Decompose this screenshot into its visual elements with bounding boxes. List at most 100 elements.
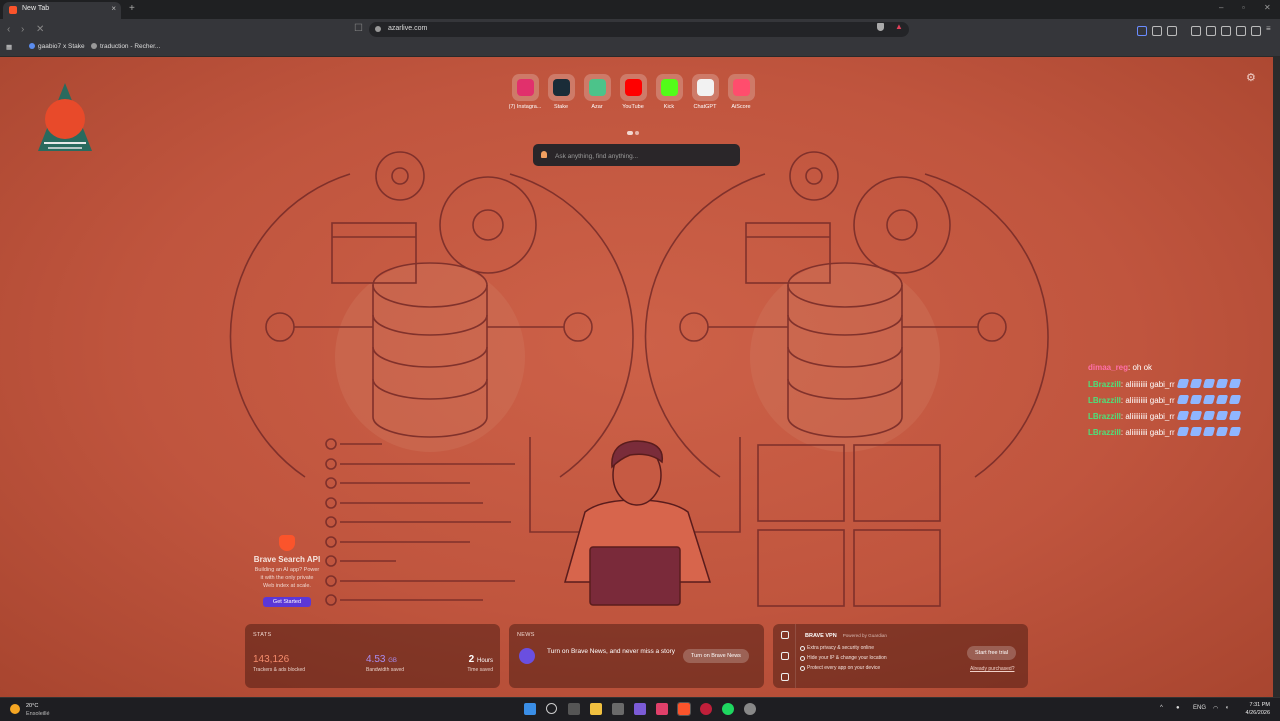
page-dot-active[interactable] <box>627 131 633 135</box>
sidebar-icon[interactable] <box>1206 26 1216 36</box>
wifi-icon[interactable]: ◠ <box>1213 705 1218 712</box>
search-icon[interactable] <box>546 703 557 714</box>
top-site-label: ChatGPT <box>693 104 717 110</box>
emote-icon <box>1176 411 1189 420</box>
news-header: NEWS <box>517 632 535 638</box>
brave-rewards-icon[interactable]: ▲ <box>895 22 903 31</box>
vpn-feature: Hide your IP & change your location <box>800 655 887 661</box>
top-site-tile[interactable]: AiScore <box>723 74 759 110</box>
emote-icon <box>1202 395 1215 404</box>
bandwidth-value: 4.53 <box>366 654 386 665</box>
brave-shields-icon[interactable] <box>877 23 884 31</box>
bookmark-label: gaabio7 x Stake <box>38 43 85 50</box>
start-free-trial-button[interactable]: Start free trial <box>967 646 1017 660</box>
top-site-tile[interactable]: (7) Instagra... <box>507 74 543 110</box>
rewards-tab-icon[interactable] <box>781 652 789 660</box>
chat-text: : aliiiiiiiii gabi_rr <box>1120 428 1175 437</box>
top-site-tile[interactable]: Kick <box>651 74 687 110</box>
settings-gear-icon[interactable]: ⚙ <box>1246 71 1256 84</box>
chat-message: LBrazzill: aliiiiiiiii gabi_rr <box>1088 411 1241 427</box>
bookmark-item[interactable]: gaabio7 x Stake <box>29 43 85 50</box>
sun-icon <box>10 704 20 714</box>
store-icon[interactable] <box>612 703 624 715</box>
news-card: NEWS Turn on Brave News, and never miss … <box>509 624 764 688</box>
time-label: Time saved <box>467 667 493 673</box>
microphone-icon[interactable]: ● <box>1176 705 1180 711</box>
emote-icon <box>1189 411 1202 420</box>
emote-icon <box>1176 395 1189 404</box>
clock-date: 4/26/2026 <box>1245 710 1270 716</box>
volume-icon[interactable]: ◖ <box>1225 705 1229 711</box>
teams-icon[interactable] <box>634 703 646 715</box>
back-button[interactable]: ‹ <box>7 24 10 35</box>
wallet-icon[interactable] <box>1221 26 1231 36</box>
leo-icon[interactable] <box>1236 26 1246 36</box>
apps-grid-icon[interactable]: ▦ <box>6 43 12 51</box>
extension-icon[interactable] <box>1137 26 1147 36</box>
top-sites-pager[interactable] <box>627 122 639 140</box>
menu-icon[interactable]: ≡ <box>1266 24 1274 33</box>
top-site-tile[interactable]: YouTube <box>615 74 651 110</box>
search-box[interactable] <box>533 144 740 166</box>
search-input[interactable] <box>553 148 737 164</box>
language-indicator[interactable]: ENG <box>1193 705 1206 711</box>
get-started-button[interactable]: Get Started <box>262 597 312 607</box>
custom-background-logo <box>38 83 92 151</box>
extension-icon[interactable] <box>1152 26 1162 36</box>
spotify-icon[interactable] <box>722 703 734 715</box>
emote-icon <box>1228 395 1241 404</box>
new-tab-page: ⚙ (7) Instagra... Stake Azar YouTube Kic… <box>0 57 1278 697</box>
bookmark-item[interactable]: traduction - Recher... <box>91 43 160 50</box>
windows-start-icon[interactable] <box>524 703 536 715</box>
top-site-tile[interactable]: ChatGPT <box>687 74 723 110</box>
bandwidth-label: Bandwidth saved <box>366 667 405 673</box>
site-info-icon[interactable] <box>375 26 381 32</box>
brave-browser-icon[interactable] <box>677 702 691 716</box>
forward-button[interactable]: › <box>21 24 24 35</box>
top-site-label: (7) Instagra... <box>508 104 542 110</box>
news-text: Turn on Brave News, and never miss a sto… <box>547 648 676 655</box>
tray-overflow-icon[interactable]: ^ <box>1160 705 1163 711</box>
chat-overlay: dimaa_reg: oh ok LBrazzill: aliiiiiiiii … <box>1088 363 1241 443</box>
aiscore-icon <box>732 79 750 96</box>
extension-icon[interactable] <box>1167 26 1177 36</box>
page-dot[interactable] <box>635 131 639 135</box>
vpn-app-icon[interactable] <box>700 703 712 715</box>
file-explorer-icon[interactable] <box>590 703 602 715</box>
chat-message: LBrazzill: aliiiiiiiii gabi_rr <box>1088 395 1241 411</box>
app-icon[interactable] <box>744 703 756 715</box>
bookmarks-bar: ▦ gaabio7 x Stake traduction - Recher... <box>0 40 1280 57</box>
stake-favicon-icon <box>29 43 35 49</box>
bookmark-star-icon[interactable]: ☐ <box>354 23 363 34</box>
emote-icon <box>1228 427 1241 436</box>
card-switcher <box>773 624 796 688</box>
stop-loading-button[interactable]: ✕ <box>36 24 44 35</box>
chat-text: : aliiiiiiiii gabi_rr <box>1120 380 1175 389</box>
emote-icon <box>1215 411 1228 420</box>
address-bar[interactable]: azarlive.com <box>369 22 909 37</box>
top-site-label: YouTube <box>622 104 644 110</box>
new-tab-button[interactable]: + <box>129 3 135 14</box>
app-icon[interactable] <box>656 703 668 715</box>
maximize-button[interactable]: ▫ <box>1242 3 1245 12</box>
vpn-icon[interactable] <box>1251 26 1261 36</box>
top-site-tile[interactable]: Azar <box>579 74 615 110</box>
task-view-icon[interactable] <box>568 703 580 715</box>
already-purchased-link[interactable]: Already purchased? <box>970 666 1014 672</box>
tab-close-icon[interactable]: × <box>111 4 116 13</box>
talk-tab-icon[interactable] <box>781 673 789 681</box>
top-sites: (7) Instagra... Stake Azar YouTube Kick … <box>507 74 759 110</box>
vpn-tab-icon[interactable] <box>781 631 789 639</box>
system-clock[interactable]: 7:31 PM 4/26/2026 <box>1236 701 1270 717</box>
tab-new-tab[interactable]: New Tab × <box>3 2 121 19</box>
emote-icon <box>1228 411 1241 420</box>
vpn-card: BRAVE VPN Powered by Guardian Extra priva… <box>773 624 1028 688</box>
music-icon[interactable] <box>1191 26 1201 36</box>
close-window-button[interactable]: ✕ <box>1264 3 1271 12</box>
top-site-tile[interactable]: Stake <box>543 74 579 110</box>
turn-on-news-button[interactable]: Turn on Brave News <box>683 649 749 663</box>
minimize-button[interactable]: – <box>1219 3 1223 12</box>
brave-logo-icon <box>9 6 17 14</box>
page-scrollbar[interactable] <box>1273 57 1280 697</box>
chat-username: dimaa_reg <box>1088 363 1129 372</box>
